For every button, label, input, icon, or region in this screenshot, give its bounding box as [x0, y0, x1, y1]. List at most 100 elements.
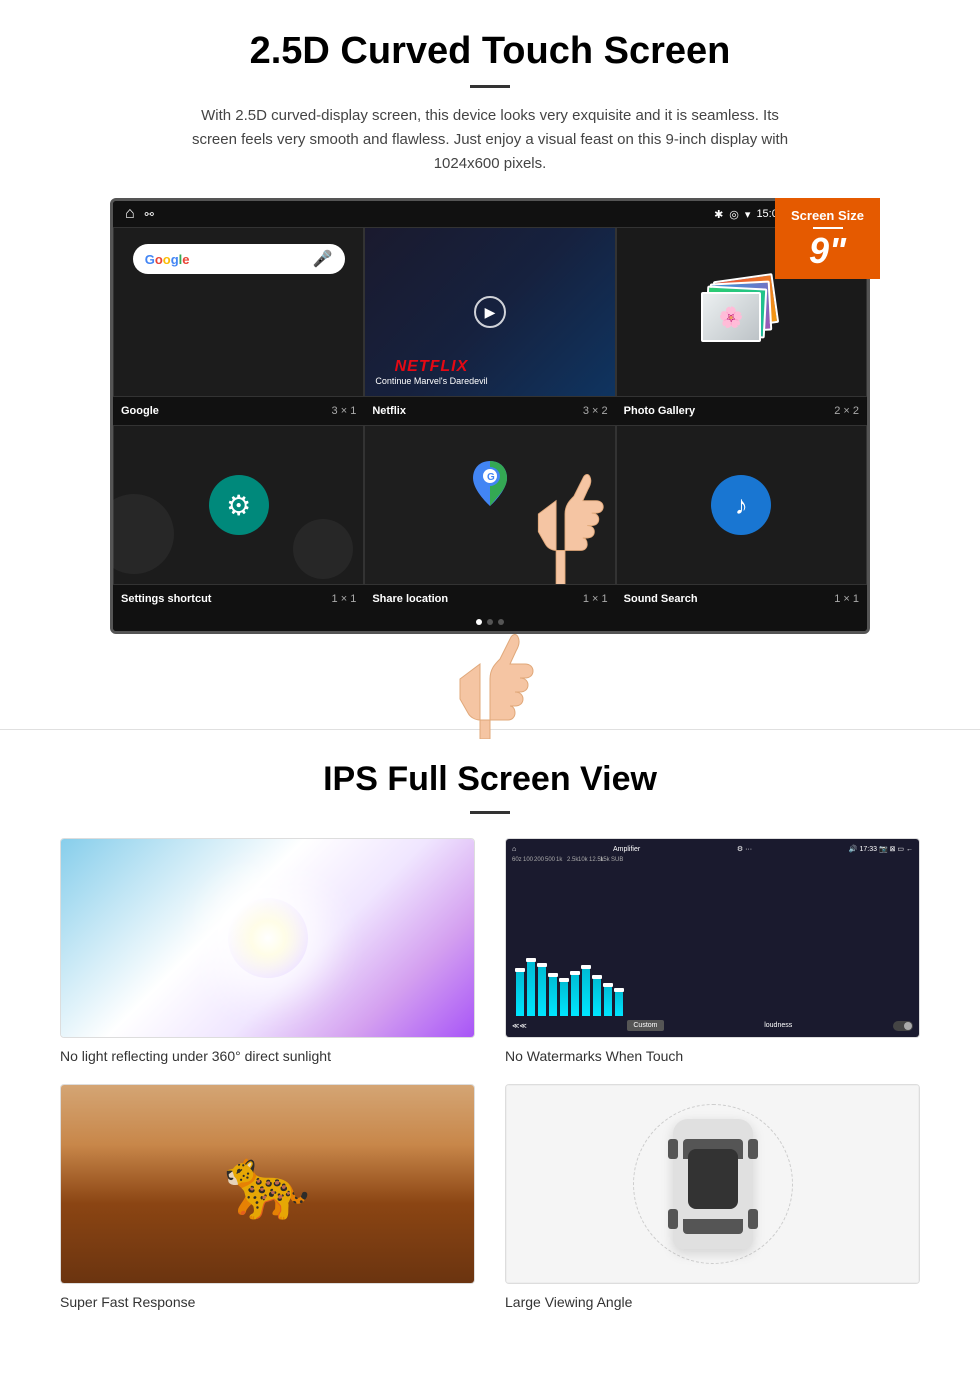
- section1-title: 2.5D Curved Touch Screen: [60, 30, 920, 73]
- netflix-size: 3 × 2: [583, 405, 608, 417]
- hand-pointing-svg: [505, 434, 616, 585]
- netflix-app-cell[interactable]: ▶ NETFLIX Continue Marvel's Daredevil: [364, 227, 615, 397]
- amp-topbar: ⌂ Amplifier ⚙ ··· 🔊 17:33 📷 ⊠ ▭ ←: [512, 845, 913, 853]
- section2-title: IPS Full Screen View: [40, 760, 940, 799]
- device-mockup: Screen Size 9" ⌂ ⚯ ✱ ◎ ▾ 15:06 📷 🔊 ⊠: [110, 198, 870, 634]
- amp-home-icon: ⌂: [512, 846, 516, 853]
- bluetooth-icon: ✱: [714, 208, 723, 221]
- status-bar: ⌂ ⚯ ✱ ◎ ▾ 15:06 📷 🔊 ⊠ ▭: [113, 201, 867, 227]
- badge-divider: [813, 227, 843, 229]
- photogallery-size: 2 × 2: [834, 405, 859, 417]
- svg-text:G: G: [487, 472, 495, 483]
- hand-below-svg: [390, 619, 590, 739]
- car-caption: Large Viewing Angle: [505, 1294, 920, 1310]
- amp-settings-icon: ⚙ ···: [737, 845, 752, 853]
- feature-cheetah: 🐆 Super Fast Response: [60, 1084, 475, 1310]
- amp-title: Amplifier: [613, 846, 640, 853]
- google-search-bar[interactable]: Google 🎤: [133, 244, 345, 274]
- amp-loudness-label: loudness: [764, 1022, 792, 1029]
- location-icon: ◎: [729, 208, 739, 221]
- eq-bar-8: [593, 978, 601, 1016]
- section1-divider: [470, 85, 510, 88]
- cheetah-image: 🐆: [60, 1084, 475, 1284]
- car-top-view: [673, 1119, 753, 1249]
- cheetah-emoji: 🐆: [224, 1143, 311, 1225]
- wheel-front-right: [748, 1139, 758, 1159]
- eq-bar-1: [516, 971, 524, 1016]
- eq-bar-3: [538, 966, 546, 1016]
- sun-glow: [228, 898, 308, 978]
- cheetah-visual: 🐆: [61, 1085, 474, 1283]
- google-size: 3 × 1: [332, 405, 357, 417]
- share-location-cell[interactable]: G: [364, 425, 615, 585]
- sunlight-image: [60, 838, 475, 1038]
- eq-bar-10: [615, 991, 623, 1016]
- wifi-icon: ▾: [745, 208, 751, 221]
- section1-description: With 2.5D curved-display screen, this de…: [180, 104, 800, 176]
- app-grid-row1: Google 🎤 ▶ NETFLIX Continue Marvel's Dar…: [113, 227, 867, 397]
- app-label-sound: Sound Search 1 × 1: [616, 589, 867, 609]
- usb-icon: ⚯: [145, 208, 154, 221]
- section-curved-screen: 2.5D Curved Touch Screen With 2.5D curve…: [0, 0, 980, 699]
- sunlight-visual: [61, 839, 474, 1037]
- netflix-overlay: NETFLIX Continue Marvel's Daredevil: [375, 358, 487, 386]
- netflix-label: Netflix: [372, 405, 406, 417]
- photo-stack: 🌸: [701, 272, 781, 352]
- section-ips: IPS Full Screen View No light reflecting…: [0, 760, 980, 1310]
- cheetah-caption: Super Fast Response: [60, 1294, 475, 1310]
- windshield-rear: [683, 1219, 743, 1234]
- eq-bar-9: [604, 986, 612, 1016]
- play-button[interactable]: ▶: [474, 296, 506, 328]
- feature-amplifier: ⌂ Amplifier ⚙ ··· 🔊 17:33 📷 ⊠ ▭ ← 60z 10…: [505, 838, 920, 1064]
- app-label-settings: Settings shortcut 1 × 1: [113, 589, 364, 609]
- amplifier-image: ⌂ Amplifier ⚙ ··· 🔊 17:33 📷 ⊠ ▭ ← 60z 10…: [505, 838, 920, 1038]
- hand-below-container: [60, 619, 920, 699]
- app-label-google: Google 3 × 1: [113, 401, 364, 421]
- feature-car: Large Viewing Angle: [505, 1084, 920, 1310]
- car-visual: [506, 1085, 919, 1283]
- feature-sunlight: No light reflecting under 360° direct su…: [60, 838, 475, 1064]
- home-icon[interactable]: ⌂: [125, 205, 135, 223]
- sound-label: Sound Search: [624, 593, 698, 605]
- amp-equalizer: [512, 867, 913, 1020]
- car-image: [505, 1084, 920, 1284]
- amplifier-visual: ⌂ Amplifier ⚙ ··· 🔊 17:33 📷 ⊠ ▭ ← 60z 10…: [506, 839, 919, 1037]
- app-label-netflix: Netflix 3 × 2: [364, 401, 615, 421]
- bg-figure-1: [110, 494, 174, 574]
- app-labels-row1: Google 3 × 1 Netflix 3 × 2 Photo Gallery…: [113, 397, 867, 425]
- screen-size-badge: Screen Size 9": [775, 198, 880, 279]
- amplifier-caption: No Watermarks When Touch: [505, 1048, 920, 1064]
- eq-bar-4: [549, 976, 557, 1016]
- sound-search-cell[interactable]: ♪: [616, 425, 867, 585]
- wheel-rear-right: [748, 1209, 758, 1229]
- mic-icon[interactable]: 🎤: [313, 249, 333, 269]
- amp-custom-btn[interactable]: Custom: [627, 1020, 663, 1031]
- share-label: Share location: [372, 593, 448, 605]
- badge-title: Screen Size: [791, 208, 864, 223]
- amp-bottombar: ≪≪ Custom loudness: [512, 1020, 913, 1031]
- netflix-subtitle: Continue Marvel's Daredevil: [375, 376, 487, 386]
- amp-loudness-toggle[interactable]: [893, 1021, 913, 1031]
- sound-size: 1 × 1: [834, 593, 859, 605]
- app-label-share: Share location 1 × 1: [364, 589, 615, 609]
- photo-card-flower: 🌸: [701, 292, 761, 342]
- wheel-front-left: [668, 1139, 678, 1159]
- app-grid-row2: ⚙ G: [113, 425, 867, 585]
- amp-freq-labels: 60z 100 200 500 1k 2.5k 10k 12.5k 15k SU…: [512, 857, 913, 863]
- app-labels-row2: Settings shortcut 1 × 1 Share location 1…: [113, 585, 867, 613]
- photogallery-label: Photo Gallery: [624, 405, 696, 417]
- settings-icon: ⚙: [209, 475, 269, 535]
- app-label-photogallery: Photo Gallery 2 × 2: [616, 401, 867, 421]
- eq-bar-6: [571, 974, 579, 1016]
- google-app-cell[interactable]: Google 🎤: [113, 227, 364, 397]
- settings-cell[interactable]: ⚙: [113, 425, 364, 585]
- share-size: 1 × 1: [583, 593, 608, 605]
- sound-search-icon: ♪: [711, 475, 771, 535]
- sunlight-caption: No light reflecting under 360° direct su…: [60, 1048, 475, 1064]
- device-screen: ⌂ ⚯ ✱ ◎ ▾ 15:06 📷 🔊 ⊠ ▭: [110, 198, 870, 634]
- eq-bar-2: [527, 961, 535, 1016]
- settings-size: 1 × 1: [332, 593, 357, 605]
- settings-label: Settings shortcut: [121, 593, 211, 605]
- badge-size: 9": [809, 230, 846, 271]
- wheel-rear-left: [668, 1209, 678, 1229]
